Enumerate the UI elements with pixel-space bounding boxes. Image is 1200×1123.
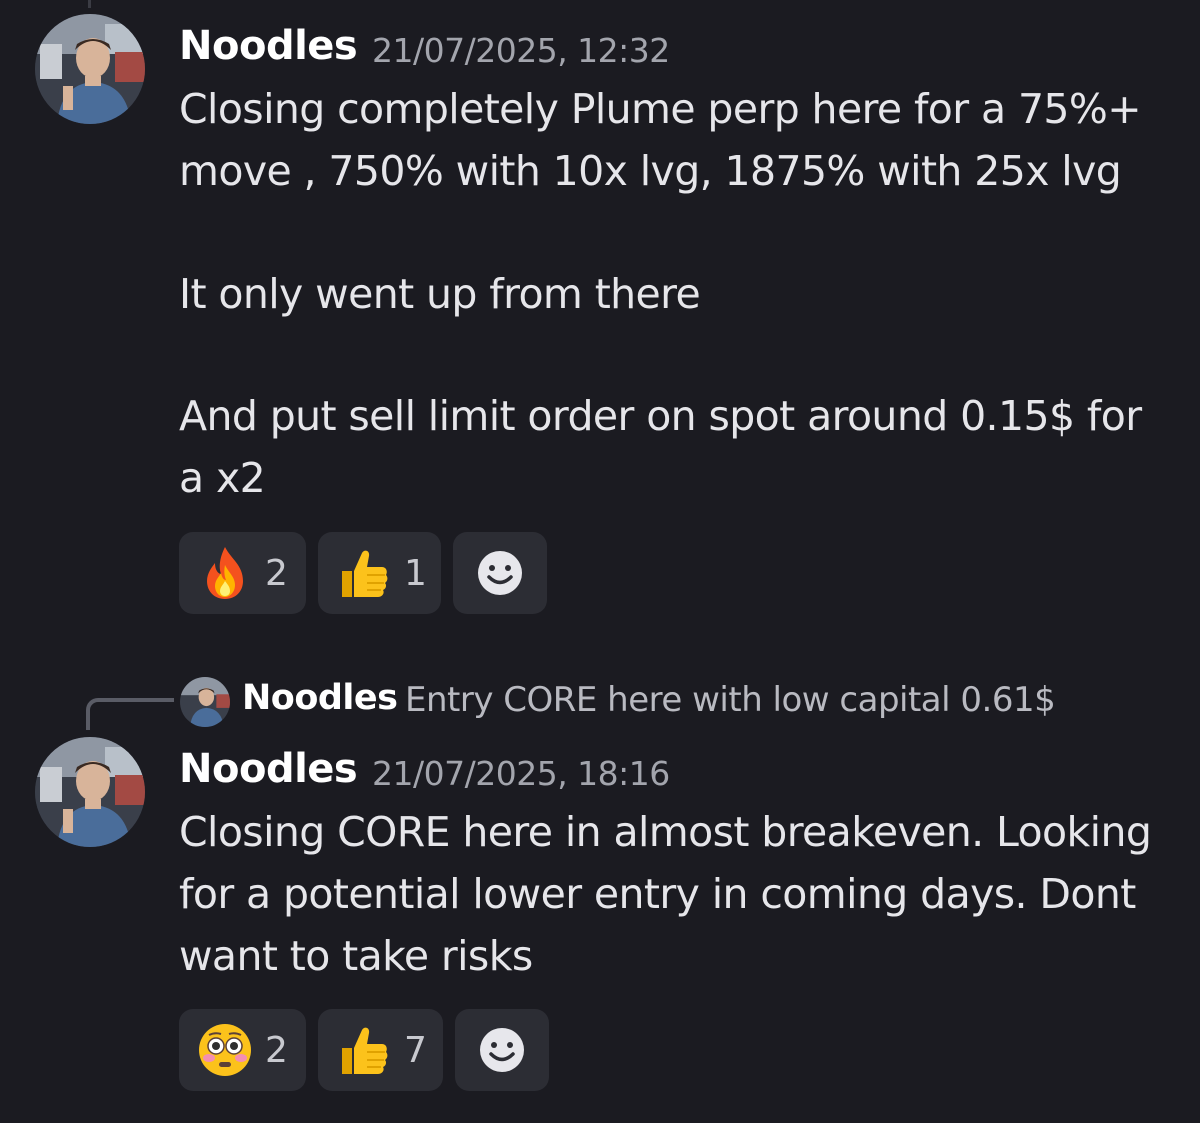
timestamp: 21/07/2025, 12:32 xyxy=(372,31,670,70)
reaction-thumbs-up[interactable]: 7 xyxy=(318,1009,443,1091)
reply-username[interactable]: Noodles xyxy=(242,678,398,718)
reply-preview-text[interactable]: Entry CORE here with low capital 0.61$ xyxy=(405,680,1056,720)
thumbs-up-emoji-icon xyxy=(342,1027,388,1074)
add-reaction-button[interactable] xyxy=(455,1009,549,1091)
reaction-fire[interactable]: 2 xyxy=(179,532,306,614)
user-photo-icon xyxy=(35,737,145,847)
username[interactable]: Noodles xyxy=(179,23,358,69)
username[interactable]: Noodles xyxy=(179,746,358,792)
message-text-line: want to take risks xyxy=(179,932,533,980)
avatar[interactable] xyxy=(35,737,145,847)
message-text-line: a x2 xyxy=(179,454,266,502)
message-text-line: Closing CORE here in almost breakeven. L… xyxy=(179,808,1152,856)
thread-line xyxy=(88,0,91,8)
reaction-thumbs-up[interactable]: 1 xyxy=(318,532,441,614)
reaction-count: 1 xyxy=(404,552,427,594)
fire-emoji-icon xyxy=(207,547,243,599)
message-text-line: It only went up from there xyxy=(179,270,701,318)
reaction-count: 2 xyxy=(265,1029,288,1071)
reaction-count: 7 xyxy=(404,1029,427,1071)
message-text-line: Closing completely Plume perp here for a… xyxy=(179,85,1142,133)
message-text-line: move , 750% with 10x lvg, 1875% with 25x… xyxy=(179,147,1122,195)
smiley-add-icon xyxy=(480,1028,524,1072)
reply-connector-line xyxy=(86,698,174,730)
smiley-add-icon xyxy=(478,551,522,595)
reply-avatar[interactable] xyxy=(180,677,230,727)
thumbs-up-emoji-icon xyxy=(342,550,388,597)
chat-view: Noodles 21/07/2025, 12:32 Closing comple… xyxy=(0,0,1200,1123)
reaction-count: 2 xyxy=(265,552,288,594)
message-text-line: for a potential lower entry in coming da… xyxy=(179,870,1136,918)
add-reaction-button[interactable] xyxy=(453,532,547,614)
user-photo-icon xyxy=(180,677,230,727)
flushed-face-emoji-icon xyxy=(199,1024,251,1076)
message-text-line: And put sell limit order on spot around … xyxy=(179,392,1142,440)
reaction-flushed-face[interactable]: 2 xyxy=(179,1009,306,1091)
avatar[interactable] xyxy=(35,14,145,124)
timestamp: 21/07/2025, 18:16 xyxy=(372,754,670,793)
user-photo-icon xyxy=(35,14,145,124)
